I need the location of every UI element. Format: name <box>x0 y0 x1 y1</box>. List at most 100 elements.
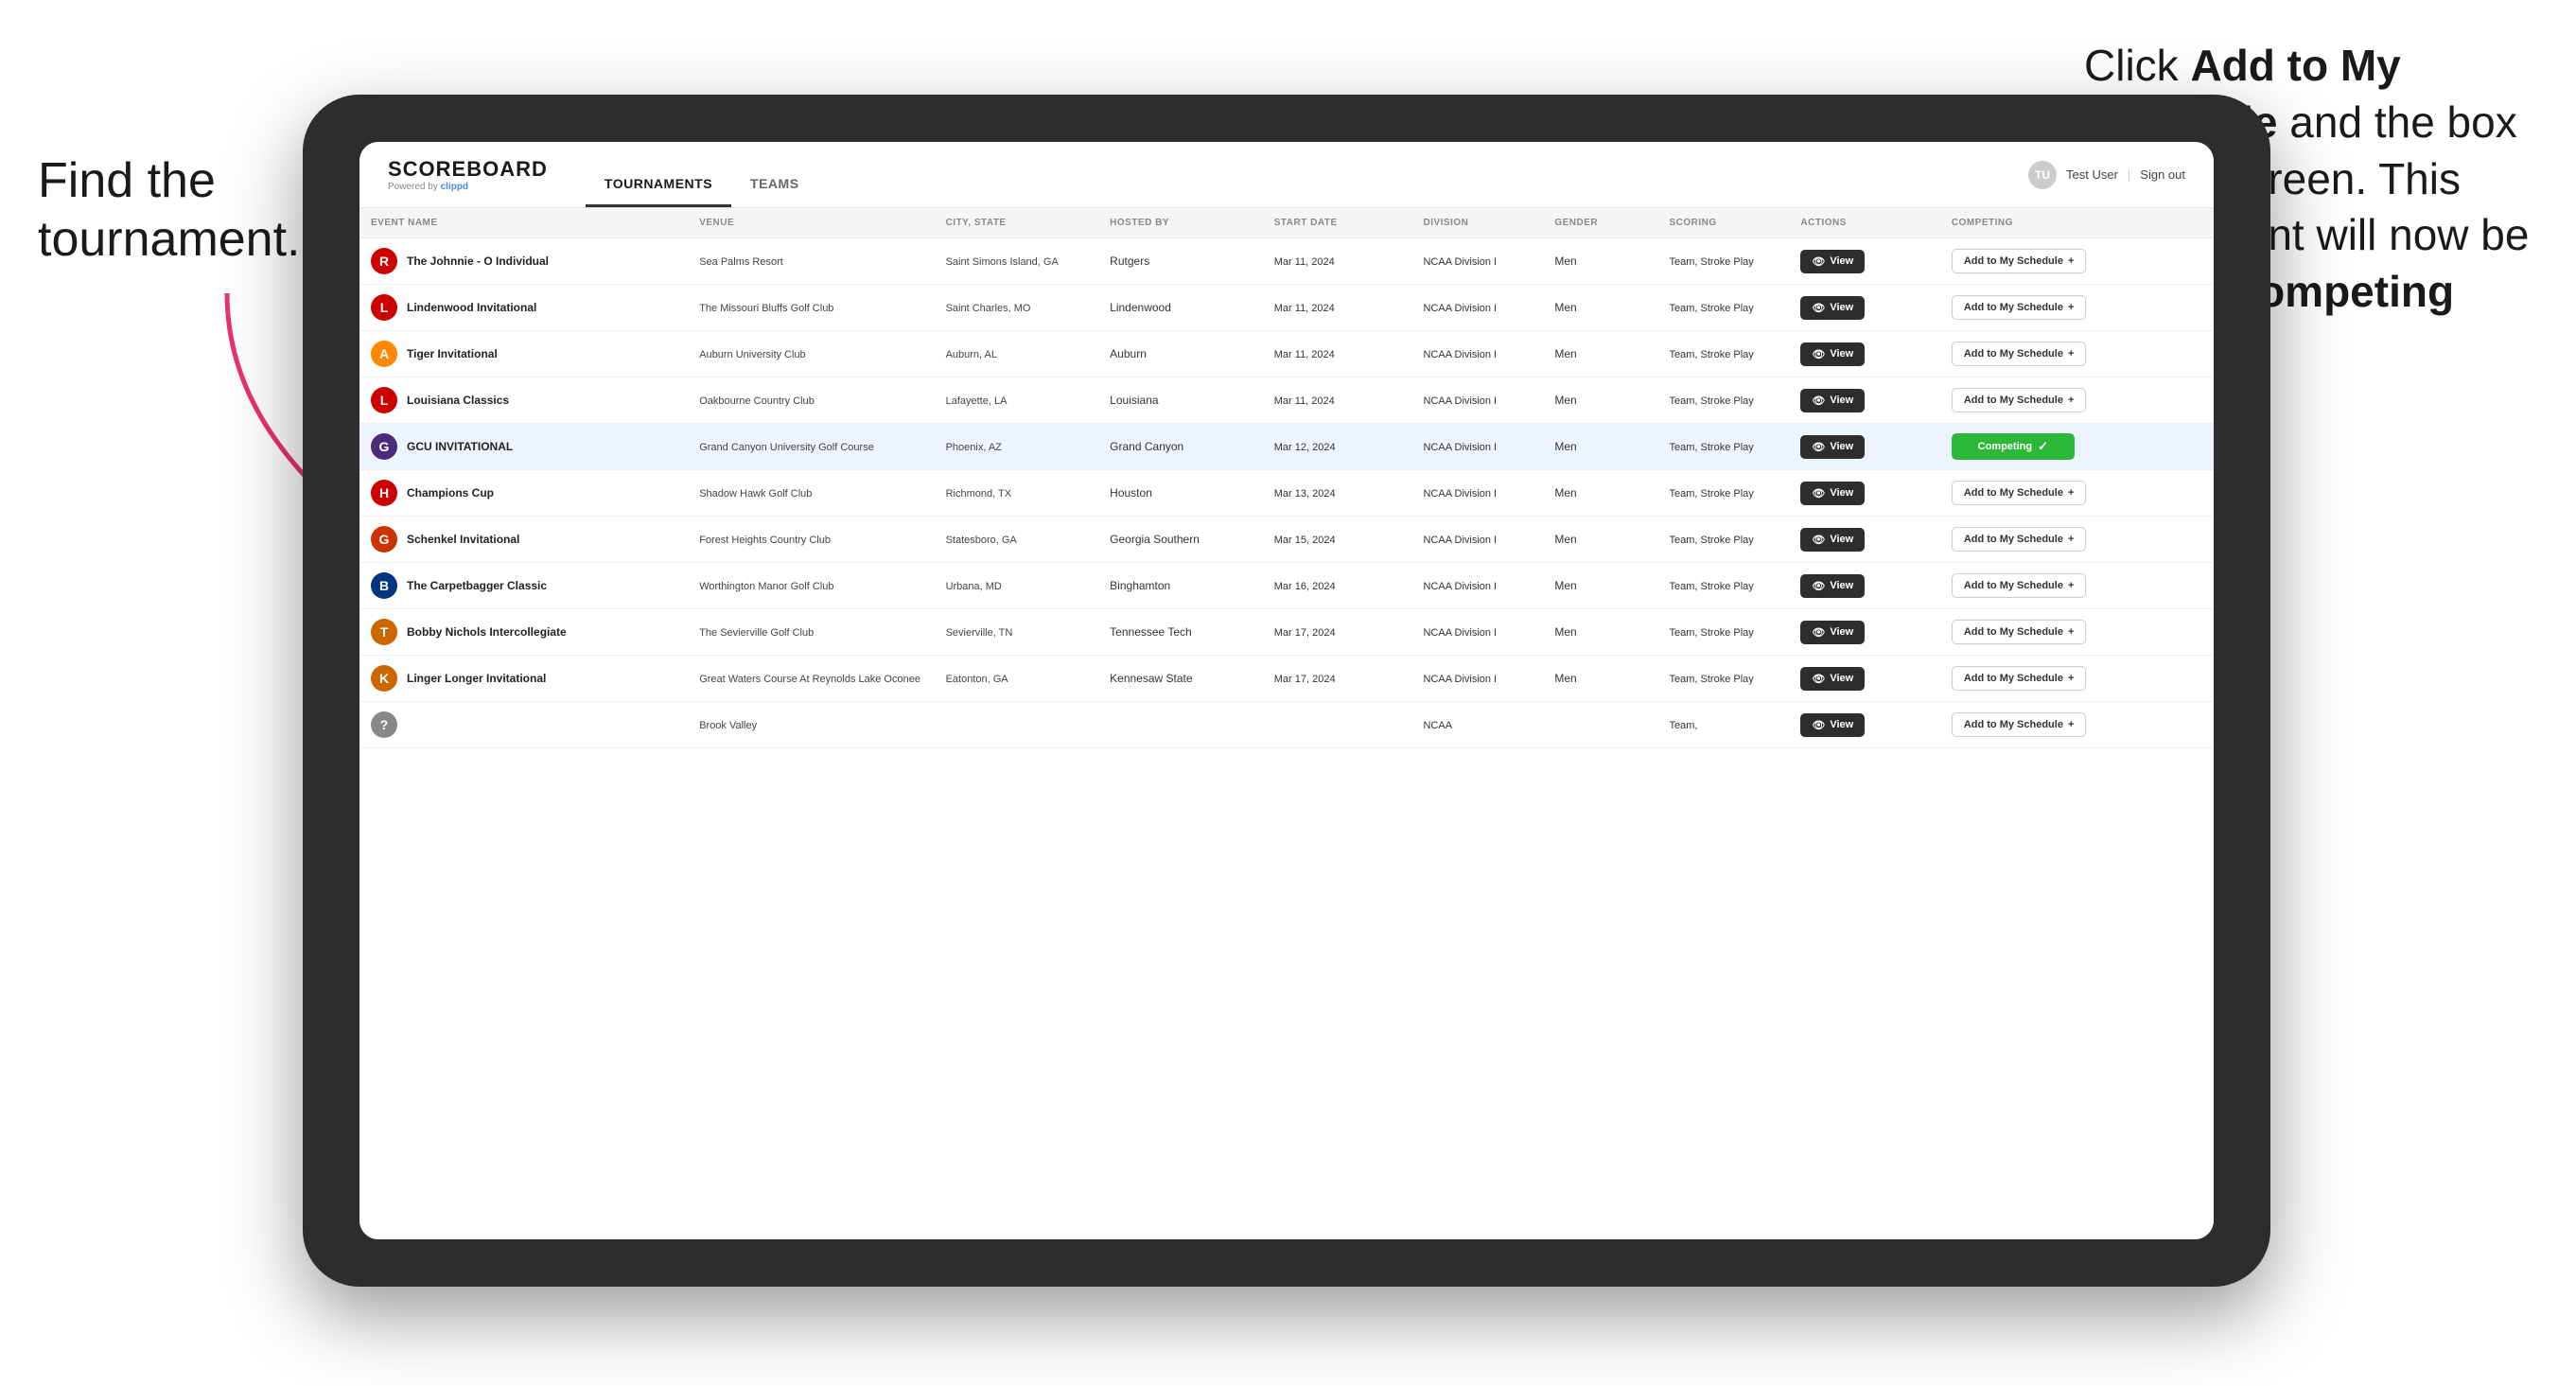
tournaments-table-container: EVENT NAME VENUE CITY, STATE HOSTED BY S… <box>359 208 2214 1239</box>
add-to-schedule-button[interactable]: Add to My Schedule + <box>1952 388 2087 412</box>
table-row: L Louisiana Classics Oakbourne Country C… <box>359 377 2214 424</box>
competing-cell: Add to My Schedule + <box>1940 377 2214 424</box>
start-date-cell: Mar 17, 2024 <box>1263 656 1412 702</box>
hosted-by-cell: Houston <box>1098 470 1263 517</box>
event-name-cell: K Linger Longer Invitational <box>359 656 688 702</box>
competing-button[interactable]: Competing ✓ <box>1952 433 2075 460</box>
division-cell: NCAA Division I <box>1411 656 1543 702</box>
start-date-cell: Mar 13, 2024 <box>1263 470 1412 517</box>
competing-cell: Add to My Schedule + <box>1940 609 2214 656</box>
division-cell: NCAA Division I <box>1411 238 1543 285</box>
city-cell: Sevierville, TN <box>935 609 1099 656</box>
eye-icon: 👁 <box>1812 348 1825 360</box>
tournaments-table: EVENT NAME VENUE CITY, STATE HOSTED BY S… <box>359 208 2214 748</box>
scoring-cell: Team, Stroke Play <box>1658 377 1790 424</box>
plus-icon: + <box>2068 626 2074 638</box>
eye-icon: 👁 <box>1812 719 1825 731</box>
event-name-cell: H Champions Cup <box>359 470 688 517</box>
view-button[interactable]: 👁 View <box>1800 574 1865 598</box>
gender-cell: Men <box>1543 470 1657 517</box>
start-date-cell: Mar 15, 2024 <box>1263 517 1412 563</box>
team-logo: R <box>371 248 397 274</box>
scoring-cell: Team, Stroke Play <box>1658 563 1790 609</box>
add-to-schedule-button[interactable]: Add to My Schedule + <box>1952 527 2087 552</box>
user-name: Test User <box>2066 167 2118 182</box>
event-name: The Johnnie - O Individual <box>407 254 549 268</box>
tab-tournaments[interactable]: TOURNAMENTS <box>586 176 731 207</box>
eye-icon: 👁 <box>1812 487 1825 500</box>
view-button[interactable]: 👁 View <box>1800 250 1865 273</box>
view-button[interactable]: 👁 View <box>1800 528 1865 552</box>
add-to-schedule-button[interactable]: Add to My Schedule + <box>1952 342 2087 366</box>
scoring-cell: Team, Stroke Play <box>1658 285 1790 331</box>
tablet-screen: SCOREBOARD Powered by clippd TOURNAMENTS… <box>359 142 2214 1239</box>
event-name-cell: A Tiger Invitational <box>359 331 688 377</box>
scoring-cell: Team, Stroke Play <box>1658 517 1790 563</box>
plus-icon: + <box>2068 302 2074 313</box>
table-body: R The Johnnie - O Individual Sea Palms R… <box>359 238 2214 748</box>
gender-cell: Men <box>1543 609 1657 656</box>
hosted-by-cell: Tennessee Tech <box>1098 609 1263 656</box>
event-name-cell: R The Johnnie - O Individual <box>359 238 688 285</box>
add-to-schedule-button[interactable]: Add to My Schedule + <box>1952 620 2087 644</box>
plus-icon: + <box>2068 673 2074 684</box>
view-button[interactable]: 👁 View <box>1800 713 1865 737</box>
city-cell: Saint Simons Island, GA <box>935 238 1099 285</box>
table-row: H Champions Cup Shadow Hawk Golf ClubRic… <box>359 470 2214 517</box>
venue-cell: The Sevierville Golf Club <box>688 609 934 656</box>
actions-cell: 👁 View <box>1789 702 1939 748</box>
hosted-by-cell: Lindenwood <box>1098 285 1263 331</box>
event-name-cell: G GCU INVITATIONAL <box>359 424 688 470</box>
add-to-schedule-button[interactable]: Add to My Schedule + <box>1952 712 2087 737</box>
eye-icon: 👁 <box>1812 673 1825 685</box>
add-to-schedule-button[interactable]: Add to My Schedule + <box>1952 573 2087 598</box>
table-header: EVENT NAME VENUE CITY, STATE HOSTED BY S… <box>359 208 2214 238</box>
city-cell: Statesboro, GA <box>935 517 1099 563</box>
eye-icon: 👁 <box>1812 441 1825 453</box>
start-date-cell: Mar 11, 2024 <box>1263 377 1412 424</box>
add-to-schedule-button[interactable]: Add to My Schedule + <box>1952 666 2087 691</box>
view-button[interactable]: 👁 View <box>1800 621 1865 644</box>
start-date-cell: Mar 12, 2024 <box>1263 424 1412 470</box>
team-logo: ? <box>371 711 397 738</box>
add-to-schedule-button[interactable]: Add to My Schedule + <box>1952 481 2087 505</box>
view-button[interactable]: 👁 View <box>1800 296 1865 320</box>
event-name-cell: L Lindenwood Invitational <box>359 285 688 331</box>
add-to-schedule-button[interactable]: Add to My Schedule + <box>1952 295 2087 320</box>
competing-cell: Competing ✓ <box>1940 424 2214 470</box>
sign-out-link[interactable]: Sign out <box>2140 167 2185 182</box>
logo-area: SCOREBOARD Powered by clippd <box>388 157 548 192</box>
city-cell <box>935 702 1099 748</box>
gender-cell: Men <box>1543 563 1657 609</box>
gender-cell: Men <box>1543 238 1657 285</box>
event-name: Linger Longer Invitational <box>407 672 546 685</box>
view-button[interactable]: 👁 View <box>1800 482 1865 505</box>
plus-icon: + <box>2068 580 2074 591</box>
team-logo: B <box>371 572 397 599</box>
scoring-cell: Team, Stroke Play <box>1658 656 1790 702</box>
table-row: K Linger Longer Invitational Great Water… <box>359 656 2214 702</box>
event-name: Lindenwood Invitational <box>407 301 536 314</box>
powered-by: Powered by clippd <box>388 182 548 192</box>
hosted-by-cell <box>1098 702 1263 748</box>
eye-icon: 👁 <box>1812 302 1825 314</box>
plus-icon: + <box>2068 348 2074 360</box>
hosted-by-cell: Auburn <box>1098 331 1263 377</box>
col-header-competing: COMPETING <box>1940 208 2214 238</box>
hosted-by-cell: Binghamton <box>1098 563 1263 609</box>
view-button[interactable]: 👁 View <box>1800 389 1865 412</box>
col-header-city: CITY, STATE <box>935 208 1099 238</box>
eye-icon: 👁 <box>1812 255 1825 268</box>
city-cell: Phoenix, AZ <box>935 424 1099 470</box>
add-to-schedule-button[interactable]: Add to My Schedule + <box>1952 249 2087 273</box>
city-cell: Auburn, AL <box>935 331 1099 377</box>
start-date-cell: Mar 11, 2024 <box>1263 238 1412 285</box>
scoring-cell: Team, Stroke Play <box>1658 424 1790 470</box>
view-button[interactable]: 👁 View <box>1800 435 1865 459</box>
gender-cell: Men <box>1543 517 1657 563</box>
view-button[interactable]: 👁 View <box>1800 667 1865 691</box>
venue-cell: The Missouri Bluffs Golf Club <box>688 285 934 331</box>
tab-teams[interactable]: TEAMS <box>731 176 818 207</box>
competing-cell: Add to My Schedule + <box>1940 285 2214 331</box>
view-button[interactable]: 👁 View <box>1800 342 1865 366</box>
